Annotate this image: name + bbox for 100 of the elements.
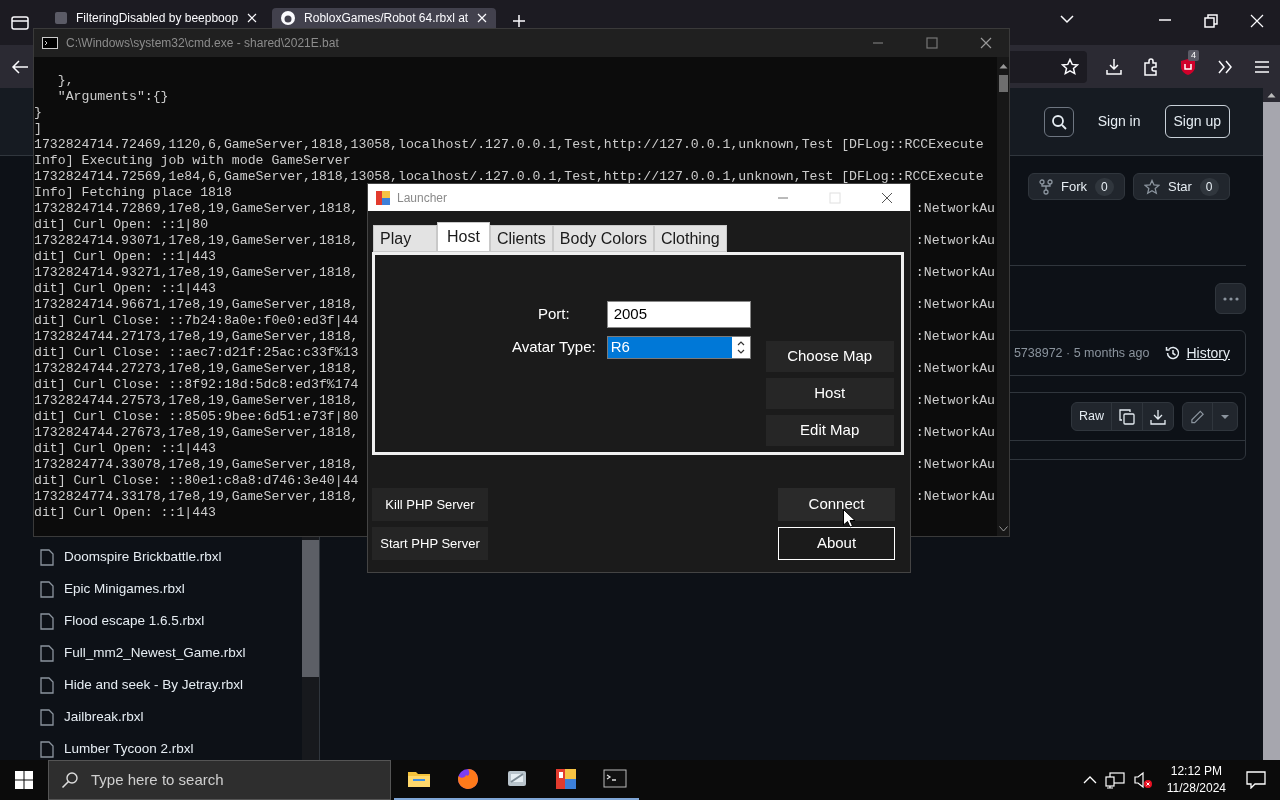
- console-line: :NetworkAu: [915, 297, 995, 313]
- tabs-icon[interactable]: [11, 14, 29, 30]
- search-input[interactable]: Type here to search: [89, 767, 369, 793]
- spin-field[interactable]: R6: [606, 336, 751, 359]
- extension-badge: 4: [1188, 49, 1199, 61]
- console-line: dit] Curl Close: ::80e1:c8a8:d746:3e40|44: [34, 473, 359, 489]
- clock[interactable]: 12:12 PM 11/28/2024: [1160, 763, 1232, 797]
- scroll-up-icon[interactable]: [998, 63, 1008, 69]
- shield-icon[interactable]: [1178, 57, 1197, 76]
- console-line: :NetworkAu: [915, 489, 995, 505]
- close-icon[interactable]: [246, 12, 259, 24]
- speaker-muted-icon[interactable]: [1132, 771, 1153, 789]
- file-link[interactable]: Hide and seek - By Jetray.rbxl: [64, 674, 244, 696]
- tab[interactable]: Play: [373, 225, 437, 252]
- server-button[interactable]: Start PHP Server: [372, 527, 488, 560]
- map-button[interactable]: Choose Map: [765, 341, 894, 372]
- map-button[interactable]: Host: [765, 378, 894, 409]
- taskbar-search[interactable]: Type here to search: [48, 760, 391, 800]
- count-badge: 0: [1199, 177, 1219, 196]
- sign-in-link[interactable]: Sign in: [1097, 111, 1141, 132]
- browser-tab[interactable]: RobloxGames/Robot 64.rbxl at: [272, 8, 497, 28]
- map-button[interactable]: Edit Map: [765, 415, 894, 446]
- console-line: dit] Curl Open: ::1|80: [34, 217, 209, 233]
- time-text: 12:12 PM: [1169, 763, 1224, 780]
- star-button[interactable]: Star 0: [1133, 173, 1230, 200]
- scroll-up-icon[interactable]: [1267, 92, 1276, 98]
- file-icon: [40, 740, 54, 758]
- file-link[interactable]: Jailbreak.rbxl: [64, 706, 144, 728]
- text-field[interactable]: 2005: [606, 301, 751, 328]
- console-line: 1732824714.93271,17e8,19,GameServer,1818,: [34, 265, 359, 281]
- notification-icon[interactable]: [1246, 771, 1266, 789]
- tab[interactable]: Clients: [489, 225, 553, 252]
- plus-icon[interactable]: [512, 14, 527, 28]
- console-line: 1732824714.96671,17e8,19,GameServer,1818,: [34, 297, 359, 313]
- chevron-up-icon[interactable]: [1082, 775, 1097, 785]
- close-icon[interactable]: [476, 12, 489, 24]
- browser-icon: [455, 767, 480, 791]
- search-icon: [61, 771, 79, 789]
- date-text: 11/28/2024: [1166, 780, 1226, 797]
- console-line: 1732824774.33178,17e8,19,GameServer,1818,: [34, 489, 359, 505]
- tab[interactable]: Clothing: [653, 225, 727, 252]
- scroll-down-icon[interactable]: [998, 526, 1008, 532]
- pencil-icon: [1190, 408, 1205, 425]
- console-line: dit] Curl Close: ::aec7:d21f:25ac:c33f%13: [34, 345, 359, 361]
- scrollbar-thumb[interactable]: [1263, 102, 1280, 760]
- file-link[interactable]: Full_mm2_Newest_Game.rbxl: [64, 642, 246, 664]
- restore-icon[interactable]: [1204, 14, 1218, 28]
- network-icon[interactable]: [1104, 771, 1125, 789]
- launcher-icon: [553, 767, 578, 791]
- field-label: Port:: [537, 304, 571, 325]
- console-line: :NetworkAu: [915, 393, 995, 409]
- tab-title: FilteringDisabled by beepboop: [76, 10, 239, 27]
- caret-icon: [1220, 413, 1230, 420]
- cursor-icon: [843, 509, 855, 528]
- scrollbar-thumb[interactable]: [998, 75, 1008, 92]
- tab[interactable]: Host: [437, 222, 490, 252]
- puzzle-icon[interactable]: [1141, 57, 1160, 76]
- console-line: 1732824714.93071,17e8,19,GameServer,1818,: [34, 233, 359, 249]
- terminal-icon: [42, 37, 58, 49]
- tab[interactable]: Body Colors: [552, 225, 654, 252]
- history-link[interactable]: History: [1165, 342, 1230, 364]
- action-button[interactable]: Connect: [778, 488, 895, 521]
- window-title: C:\Windows\system32\cmd.exe - shared\2021E.bat: [66, 35, 339, 52]
- back-arrow-icon[interactable]: [11, 58, 29, 75]
- server-button[interactable]: Kill PHP Server: [372, 488, 488, 521]
- console-line: dit] Curl Close: ::8f92:18d:5dc8:ed3f%174: [34, 377, 359, 393]
- close-icon[interactable]: [880, 190, 894, 205]
- console-line: :NetworkAu: [915, 361, 995, 377]
- file-link[interactable]: Epic Minigames.rbxl: [64, 578, 185, 600]
- search-button[interactable]: [1043, 106, 1074, 137]
- file-link[interactable]: Lumber Tycoon 2.rbxl: [64, 738, 194, 760]
- file-link[interactable]: Flood escape 1.6.5.rbxl: [64, 610, 205, 632]
- action-button[interactable]: About: [778, 527, 895, 560]
- console-line: dit] Curl Close: ::7b24:8a0e:f0e0:ed3f|44: [34, 313, 359, 329]
- count-badge: 0: [1095, 177, 1114, 196]
- console-line: "Arguments":{}: [56, 89, 169, 105]
- console-line: dit] Curl Open: ::1|443: [34, 249, 217, 265]
- console-line: dit] Curl Close: ::8505:9bee:6d51:e73f|80: [34, 409, 359, 425]
- page-icon: [54, 11, 68, 25]
- download-icon: [1150, 408, 1166, 425]
- download-icon[interactable]: [1104, 57, 1123, 76]
- chevron-down-icon[interactable]: [1060, 14, 1074, 24]
- console-line: dit] Curl Open: ::1|443: [34, 505, 217, 521]
- star-icon[interactable]: [1061, 57, 1079, 76]
- console-line: 1732824744.27273,17e8,19,GameServer,1818,: [34, 361, 359, 377]
- browser-tab[interactable]: FilteringDisabled by beepboop: [46, 8, 267, 28]
- console-line: ]: [34, 121, 42, 137]
- fork-button[interactable]: Fork 0: [1028, 173, 1125, 200]
- search-icon: [1050, 113, 1067, 130]
- console-line: :NetworkAu: [915, 233, 995, 249]
- file-icon: [40, 612, 54, 630]
- file-link[interactable]: Doomspire Brickbattle.rbxl: [64, 546, 222, 568]
- console-line: 1732824714.72469,1120,6,GameServer,1818,13058,localhost/.127.0.0.1,Test,http://127.0.0.1,unknown,Test [DFLog::RCCExecute: [34, 137, 984, 153]
- scrollbar-thumb[interactable]: [302, 540, 319, 677]
- console-line: 1732824744.27573,17e8,19,GameServer,1818,: [34, 393, 359, 409]
- file-icon: [40, 644, 54, 662]
- close-icon[interactable]: [979, 36, 993, 50]
- commit-info: 5738972 · 5 months ago: [1013, 344, 1150, 362]
- sign-up-button[interactable]: Sign up: [1164, 105, 1230, 138]
- file-icon: [40, 676, 54, 694]
